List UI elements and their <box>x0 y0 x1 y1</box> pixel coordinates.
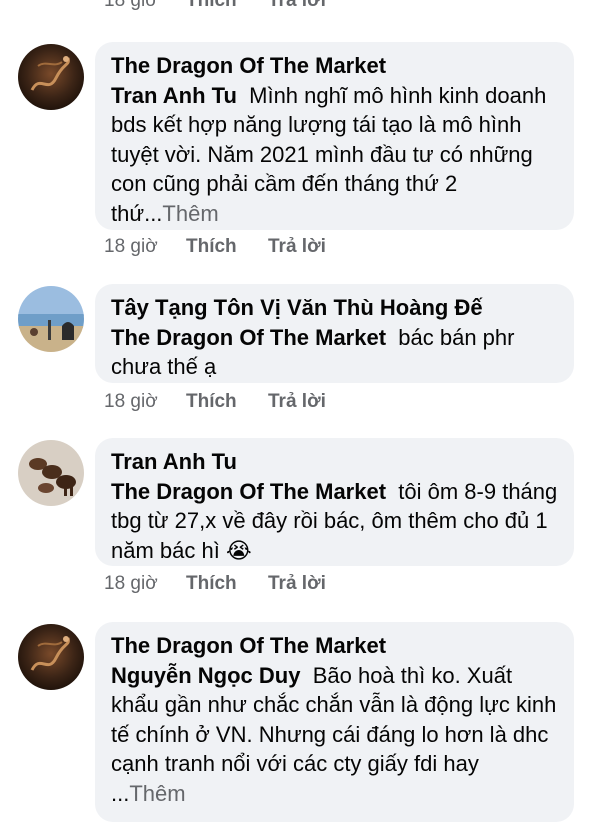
comment-bubble: Tran Anh Tu The Dragon Of The Market tôi… <box>95 438 574 566</box>
comment-actions-top: 18 giờ Thích Trả lời <box>104 0 326 12</box>
comment-mention[interactable]: The Dragon Of The Market <box>111 325 386 350</box>
dragon-avatar-icon <box>18 44 84 110</box>
comment-actions: 18 giờ Thích Trả lời <box>104 573 326 595</box>
avatar[interactable] <box>18 286 84 352</box>
avatar[interactable] <box>18 440 84 506</box>
reply-button[interactable]: Trả lời <box>268 236 326 258</box>
like-button[interactable]: Thích <box>186 391 268 413</box>
reply-button[interactable]: Trả lời <box>268 391 326 413</box>
comment-bubble: The Dragon Of The Market Tran Anh Tu Mìn… <box>95 42 574 230</box>
beach-avatar-icon <box>18 286 84 352</box>
comment-time: 18 giờ <box>104 391 158 412</box>
see-more-link[interactable]: Thêm <box>129 781 185 806</box>
comment-author[interactable]: Tây Tạng Tôn Vị Văn Thù Hoàng Đế <box>111 293 558 323</box>
comment-bubble: The Dragon Of The Market Nguyễn Ngọc Duy… <box>95 622 574 822</box>
reply-button[interactable]: Trả lời <box>268 0 326 12</box>
avatar[interactable] <box>18 44 84 110</box>
reply-button[interactable]: Trả lời <box>268 573 326 595</box>
like-button[interactable]: Thích <box>186 0 268 12</box>
comment-mention[interactable]: The Dragon Of The Market <box>111 479 386 504</box>
comment-time: 18 giờ <box>104 0 158 11</box>
comment-mention[interactable]: Nguyễn Ngọc Duy <box>111 663 300 688</box>
comment-bubble: Tây Tạng Tôn Vị Văn Thù Hoàng Đế The Dra… <box>95 284 574 383</box>
avatar[interactable] <box>18 624 84 690</box>
comment-actions: 18 giờ Thích Trả lời <box>104 391 326 413</box>
comment-time: 18 giờ <box>104 573 158 594</box>
comment-actions: 18 giờ Thích Trả lời <box>104 236 326 258</box>
comment-mention[interactable]: Tran Anh Tu <box>111 83 237 108</box>
comment-author[interactable]: The Dragon Of The Market <box>111 51 558 81</box>
like-button[interactable]: Thích <box>186 236 268 258</box>
dragon-avatar-icon <box>18 624 84 690</box>
comment-author[interactable]: Tran Anh Tu <box>111 447 558 477</box>
elephants-avatar-icon <box>18 440 84 506</box>
comment-time: 18 giờ <box>104 236 158 257</box>
comment-author[interactable]: The Dragon Of The Market <box>111 631 558 661</box>
see-more-link[interactable]: Thêm <box>162 201 218 226</box>
like-button[interactable]: Thích <box>186 573 268 595</box>
